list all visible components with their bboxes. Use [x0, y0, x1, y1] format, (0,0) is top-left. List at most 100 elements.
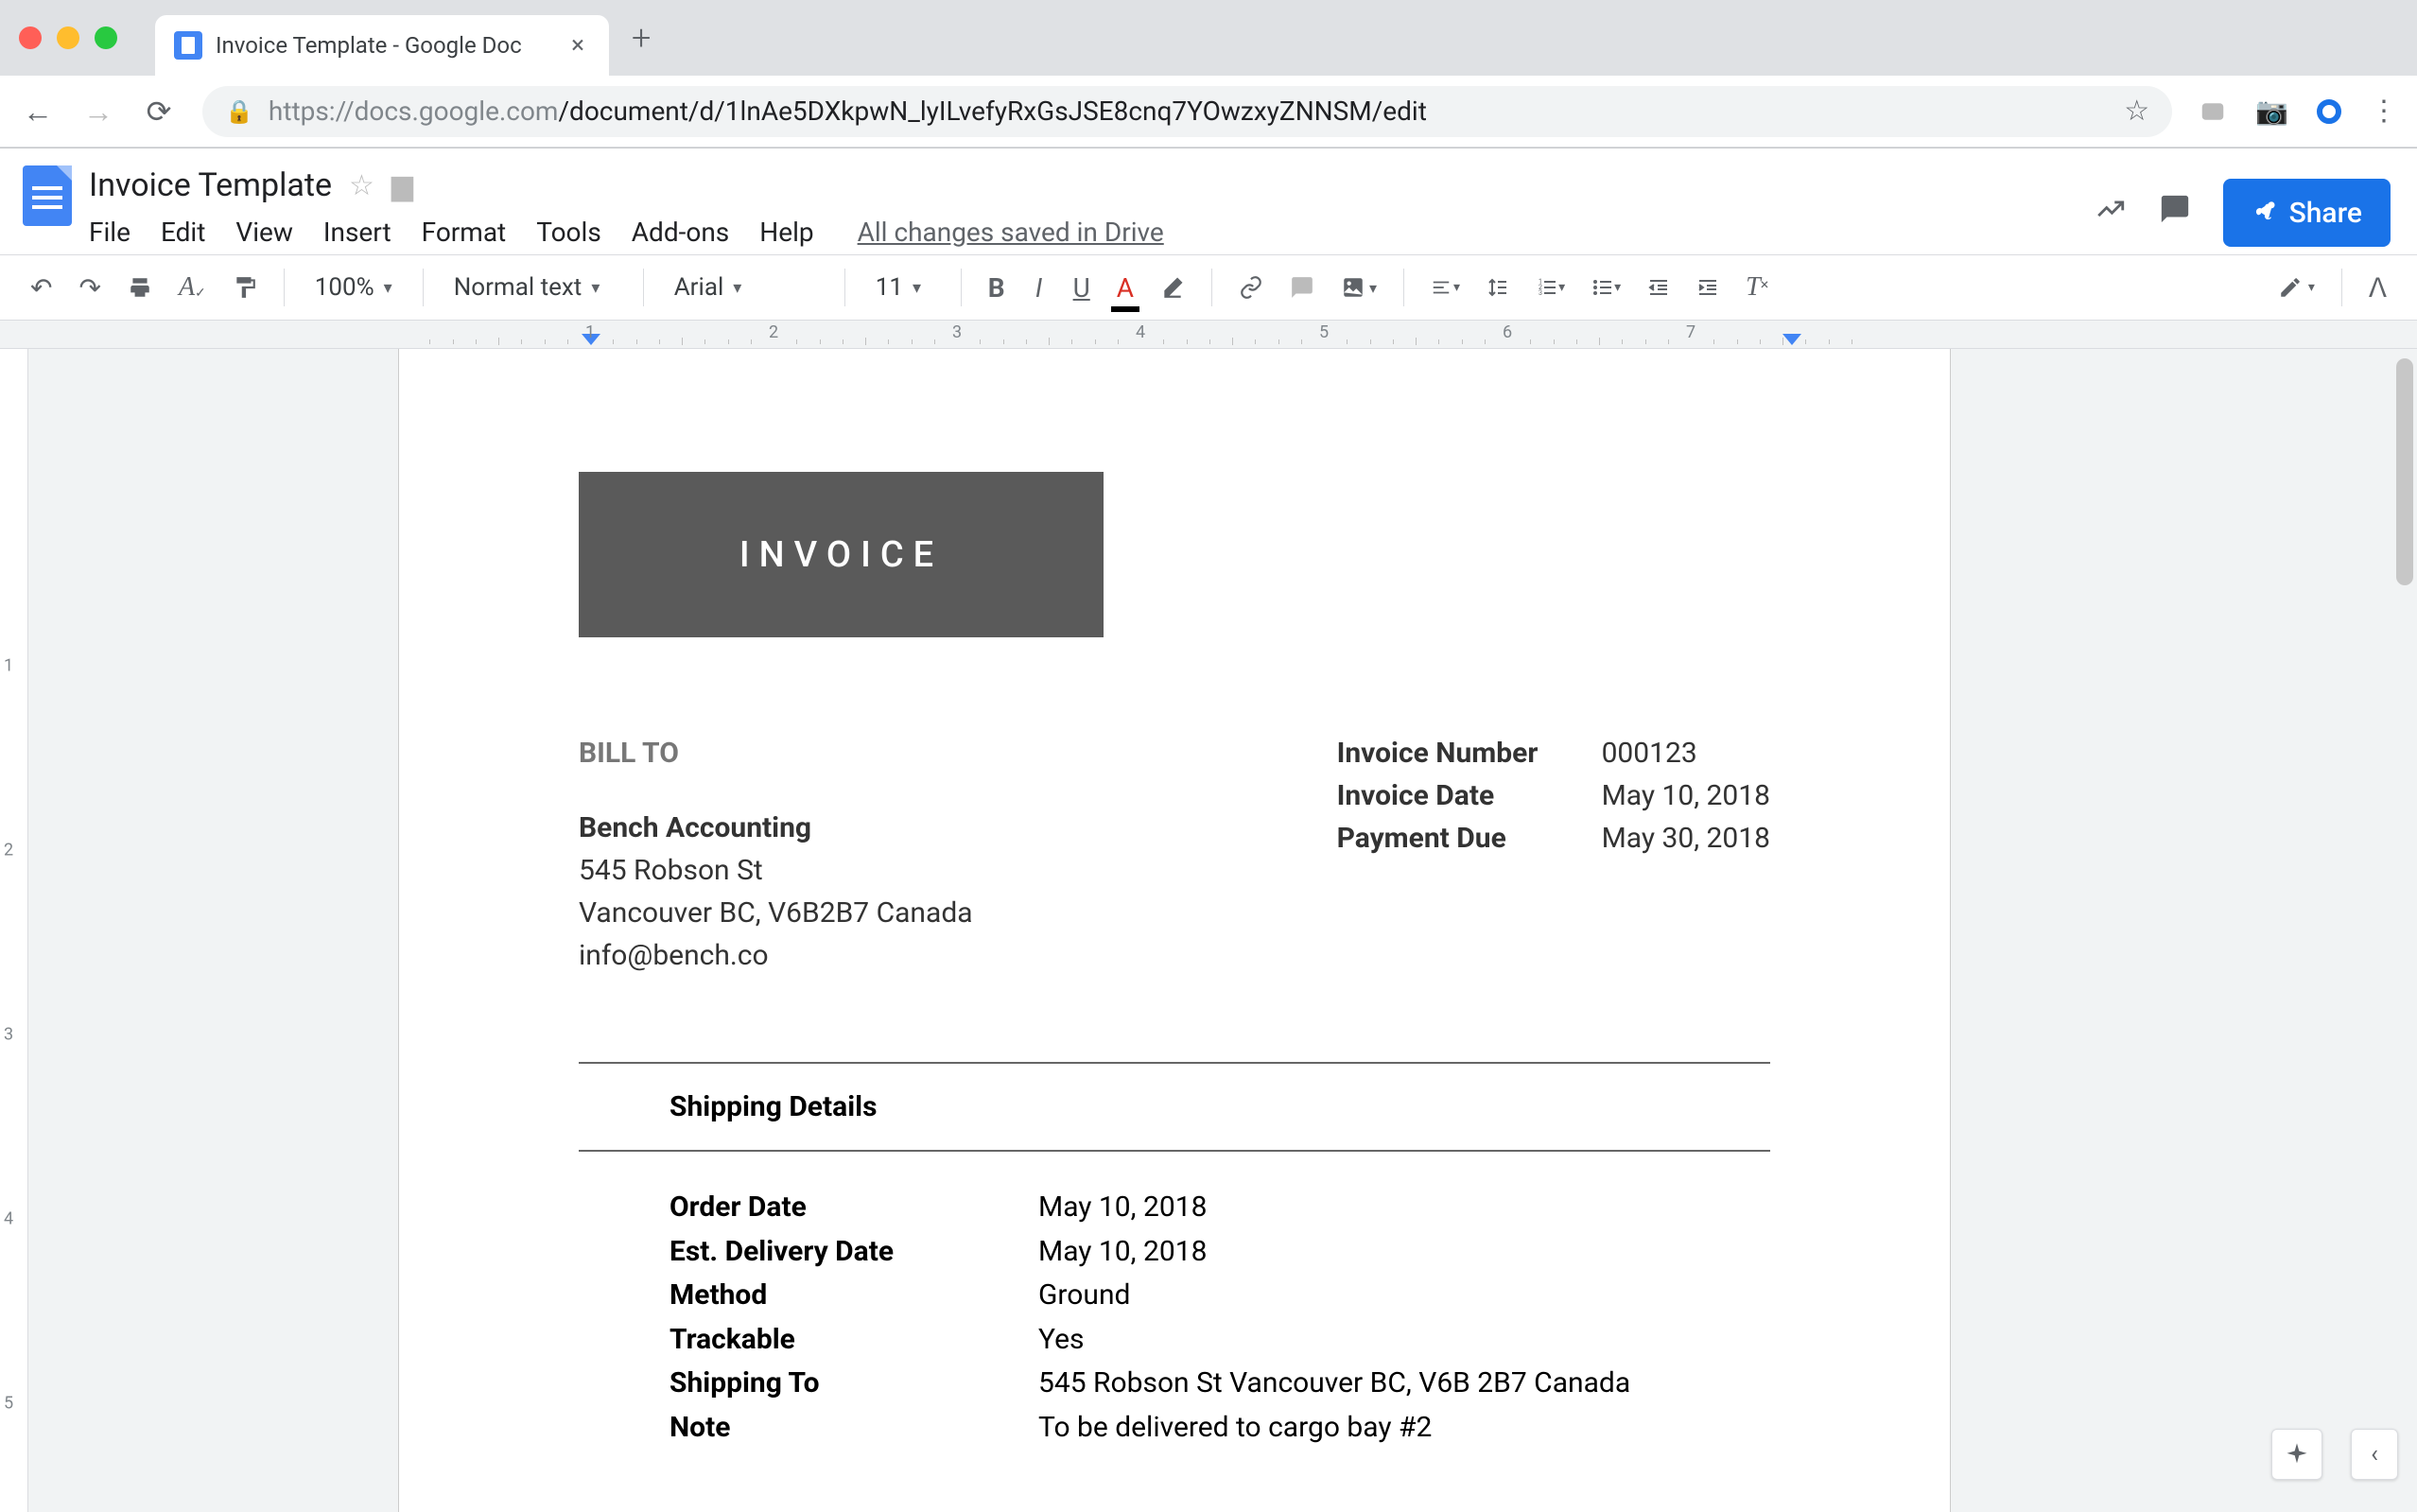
insert-image-button[interactable]: ▾: [1330, 265, 1388, 310]
vertical-ruler[interactable]: 1 2 3 4 5: [0, 349, 28, 1512]
tab-close-icon[interactable]: ×: [565, 31, 590, 60]
explore-button[interactable]: [2271, 1429, 2322, 1480]
scrollbar-track[interactable]: [2392, 349, 2417, 1512]
numbered-list-button[interactable]: 123▾: [1524, 265, 1576, 310]
reload-button[interactable]: ⟳: [142, 94, 176, 130]
move-folder-icon[interactable]: ▆: [391, 169, 413, 202]
decrease-indent-button[interactable]: [1636, 265, 1681, 310]
insert-link-button[interactable]: [1227, 265, 1275, 310]
star-document-icon[interactable]: ☆: [349, 169, 374, 202]
increase-indent-button[interactable]: [1685, 265, 1730, 310]
bill-email: info@bench.co: [579, 934, 973, 977]
new-tab-button[interactable]: +: [632, 18, 651, 58]
ruler-number: 2: [769, 322, 778, 342]
forward-button[interactable]: →: [81, 94, 115, 130]
menu-insert[interactable]: Insert: [323, 217, 391, 248]
invoice-date-label: Invoice Date: [1337, 774, 1555, 817]
tab-strip: Invoice Template - Google Doc × +: [0, 0, 2417, 76]
share-label: Share: [2289, 197, 2362, 230]
menu-addons[interactable]: Add-ons: [632, 217, 729, 248]
text-color-button[interactable]: A: [1105, 265, 1145, 310]
extension-icon[interactable]: [2199, 97, 2227, 126]
bill-city: Vancouver BC, V6B2B7 Canada: [579, 892, 973, 934]
window-close-icon[interactable]: [19, 26, 42, 49]
bulleted-list-button[interactable]: ▾: [1580, 265, 1632, 310]
docs-logo-icon[interactable]: [13, 162, 81, 230]
menu-file[interactable]: File: [89, 217, 130, 248]
invoice-meta-block: Invoice Number000123 Invoice DateMay 10,…: [1337, 732, 1770, 977]
clear-formatting-button[interactable]: T×: [1734, 265, 1780, 310]
menu-bar: File Edit View Insert Format Tools Add-o…: [89, 209, 2095, 254]
bill-to-label: BILL TO: [579, 732, 973, 774]
url-text: https://docs.google.com/document/d/1lnAe…: [269, 96, 2109, 127]
window-minimize-icon[interactable]: [57, 26, 79, 49]
address-bar[interactable]: 🔒 https://docs.google.com/document/d/1ln…: [202, 86, 2172, 137]
comments-icon[interactable]: [2159, 193, 2191, 234]
document-title[interactable]: Invoice Template: [89, 166, 332, 204]
profile-ring-icon[interactable]: [2317, 99, 2341, 124]
order-date-label: Order Date: [669, 1186, 1038, 1230]
bill-street: 545 Robson St: [579, 849, 973, 892]
italic-button[interactable]: I: [1020, 265, 1058, 310]
editing-mode-button[interactable]: ▾: [2267, 265, 2326, 310]
line-spacing-button[interactable]: [1475, 265, 1521, 310]
side-panel-toggle[interactable]: ‹: [2351, 1429, 2398, 1480]
browser-tab[interactable]: Invoice Template - Google Doc ×: [155, 15, 609, 76]
order-date: May 10, 2018: [1038, 1186, 1207, 1230]
document-page[interactable]: INVOICE BILL TO Bench Accounting 545 Rob…: [399, 349, 1950, 1512]
ruler-number: 1: [585, 322, 595, 342]
window-maximize-icon[interactable]: [95, 26, 117, 49]
spellcheck-button[interactable]: A✓: [167, 265, 217, 310]
address-bar-row: ← → ⟳ 🔒 https://docs.google.com/document…: [0, 76, 2417, 148]
share-button[interactable]: Share: [2223, 179, 2391, 247]
browser-menu-icon[interactable]: ⋮: [2370, 95, 2396, 128]
collapse-toolbar-button[interactable]: ᐱ: [2357, 265, 2398, 310]
note-label: Note: [669, 1406, 1038, 1451]
note: To be delivered to cargo bay #2: [1038, 1406, 1432, 1451]
camera-icon[interactable]: 📷: [2255, 96, 2288, 127]
zoom-select[interactable]: 100%▾: [300, 265, 408, 310]
browser-right-icons: 📷 ⋮: [2199, 95, 2396, 128]
bill-company: Bench Accounting: [579, 807, 973, 849]
docs-app: Invoice Template ☆ ▆ File Edit View Inse…: [0, 148, 2417, 1512]
bold-button[interactable]: B: [977, 265, 1017, 310]
toolbar: ↶ ↷ A✓ 100%▾ Normal text▾ Arial▾ 11▾ B I…: [0, 254, 2417, 321]
menu-view[interactable]: View: [235, 217, 293, 248]
menu-help[interactable]: Help: [759, 217, 813, 248]
scrollbar-thumb[interactable]: [2396, 358, 2413, 585]
ruler-number: 7: [1686, 322, 1695, 342]
menu-edit[interactable]: Edit: [161, 217, 205, 248]
bookmark-star-icon[interactable]: ☆: [2124, 95, 2149, 128]
ruler-number: 3: [952, 322, 962, 342]
print-button[interactable]: [116, 265, 164, 310]
document-canvas: 1 2 3 4 5 INVOICE BILL TO Bench Accounti…: [0, 349, 2417, 1512]
delivery-date: May 10, 2018: [1038, 1230, 1207, 1275]
shipping-to: 545 Robson St Vancouver BC, V6B 2B7 Cana…: [1038, 1362, 1630, 1406]
highlight-button[interactable]: [1149, 265, 1196, 310]
font-size-select[interactable]: 11▾: [861, 265, 946, 310]
paint-format-button[interactable]: [221, 265, 269, 310]
menu-format[interactable]: Format: [422, 217, 507, 248]
align-button[interactable]: ▾: [1419, 265, 1471, 310]
ruler-number: 5: [1319, 322, 1329, 342]
underline-button[interactable]: U: [1062, 265, 1102, 310]
shipping-title: Shipping Details: [579, 1064, 1770, 1150]
back-button[interactable]: ←: [21, 94, 55, 130]
invoice-number-label: Invoice Number: [1337, 732, 1555, 774]
tab-title: Invoice Template - Google Doc: [216, 32, 552, 59]
undo-button[interactable]: ↶: [19, 265, 63, 310]
menu-tools[interactable]: Tools: [536, 217, 601, 248]
font-select[interactable]: Arial▾: [659, 265, 829, 310]
header-right: Share: [2095, 162, 2391, 247]
right-indent-marker[interactable]: [1782, 334, 1801, 345]
redo-button[interactable]: ↷: [67, 265, 112, 310]
invoice-date: May 10, 2018: [1602, 774, 1770, 817]
style-select[interactable]: Normal text▾: [439, 265, 628, 310]
save-status[interactable]: All changes saved in Drive: [858, 217, 1164, 248]
delivery-date-label: Est. Delivery Date: [669, 1230, 1038, 1275]
bill-to-block: BILL TO Bench Accounting 545 Robson St V…: [579, 732, 973, 977]
payment-due-label: Payment Due: [1337, 817, 1555, 860]
horizontal-ruler[interactable]: 1234567: [0, 321, 2417, 349]
insert-comment-button[interactable]: [1278, 265, 1326, 310]
activity-icon[interactable]: [2095, 193, 2127, 234]
